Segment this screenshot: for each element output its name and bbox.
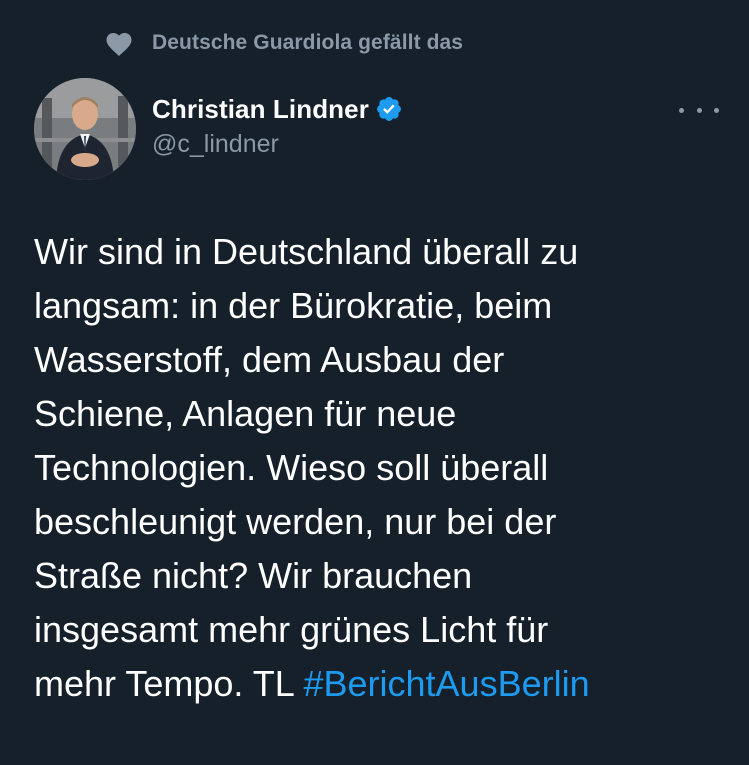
tweet-line-text: mehr Tempo. TL <box>34 663 304 704</box>
social-context[interactable]: Deutsche Guardiola gefällt das <box>104 28 463 58</box>
tweet-text: Wir sind in Deutschland überall zu langs… <box>34 225 724 711</box>
tweet-line: langsam: in der Bürokratie, beim <box>34 285 553 326</box>
more-dot <box>696 107 702 113</box>
more-dot <box>714 107 719 113</box>
author-handle[interactable]: @c_lindner <box>152 130 403 159</box>
tweet-line: Schiene, Anlagen für neue <box>34 393 457 434</box>
more-options-icon[interactable] <box>679 98 719 122</box>
tweet-line: insgesamt mehr grünes Licht für <box>34 609 549 650</box>
more-dot <box>679 107 684 113</box>
social-context-text: Deutsche Guardiola gefällt das <box>152 31 464 54</box>
hashtag-link[interactable]: #BerichtAusBerlin <box>303 663 589 704</box>
verified-badge-icon <box>376 97 401 121</box>
avatar[interactable] <box>34 78 136 180</box>
avatar-image <box>34 78 136 180</box>
tweet-line: beschleunigt werden, nur bei der <box>34 501 557 542</box>
tweet-line: Technologien. Wieso soll überall <box>34 447 549 488</box>
author-block[interactable]: Christian Lindner @c_lindner <box>152 92 403 159</box>
tweet-line: Straße nicht? Wir brauchen <box>34 555 473 596</box>
tweet-line: Wir sind in Deutschland überall zu <box>34 231 579 272</box>
tweet-line-last: mehr Tempo. TL #BerichtAusBerlin <box>34 657 724 711</box>
heart-icon <box>106 33 132 56</box>
author-display-name[interactable]: Christian Lindner <box>152 94 369 125</box>
tweet-line: Wasserstoff, dem Ausbau der <box>34 339 505 380</box>
